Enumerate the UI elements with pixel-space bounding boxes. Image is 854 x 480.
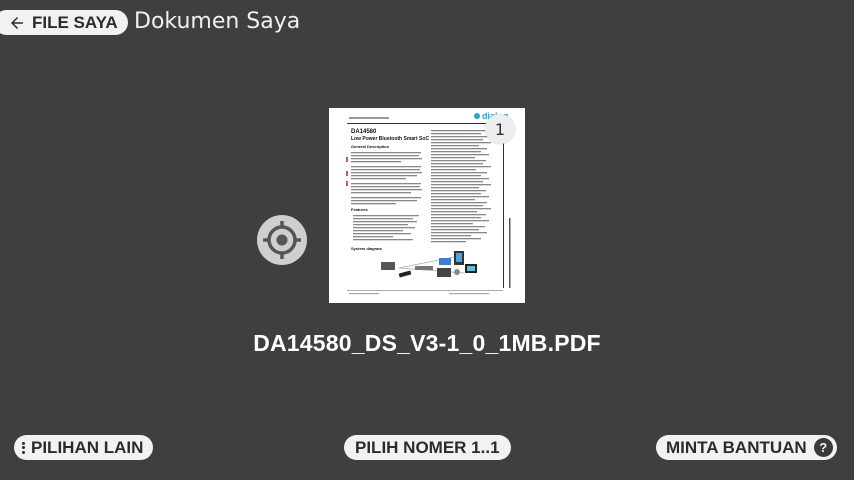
arrow-left-icon (11, 16, 23, 29)
select-number-button[interactable]: PILIH NOMER 1..1 (344, 435, 511, 460)
app-screen: FILE SAYA Dokumen Saya dialog DA14580 Lo… (0, 0, 854, 480)
more-options-button[interactable]: PILIHAN LAIN (14, 435, 154, 460)
back-button[interactable]: FILE SAYA (0, 10, 128, 35)
thumb-section-diagram: System diagram (351, 246, 382, 251)
page-count-badge: 1 (485, 114, 515, 144)
dialog-logo-icon (474, 113, 480, 119)
thumb-subtitle: Low Power Bluetooth Smart SoC (351, 136, 429, 142)
crosshair-icon (263, 221, 301, 259)
page-title: Dokumen Saya (134, 9, 301, 34)
help-label: MINTA BANTUAN (666, 437, 807, 457)
more-options-label: PILIHAN LAIN (31, 437, 144, 457)
help-button[interactable]: MINTA BANTUAN ? (656, 435, 837, 460)
select-number-label: PILIH NOMER 1..1 (355, 437, 500, 457)
thumb-section-features: Features (351, 207, 368, 212)
thumb-section-description: General Description (351, 144, 390, 149)
thumb-side-text (509, 218, 511, 288)
vertical-dots-icon (22, 441, 25, 454)
locate-button[interactable] (257, 215, 307, 265)
question-circle-icon: ? (813, 438, 833, 457)
document-filename: DA14580_DS_V3-1_0_1MB.PDF (253, 330, 601, 356)
back-button-label: FILE SAYA (32, 12, 118, 32)
thumb-title: DA14580 (351, 129, 377, 135)
